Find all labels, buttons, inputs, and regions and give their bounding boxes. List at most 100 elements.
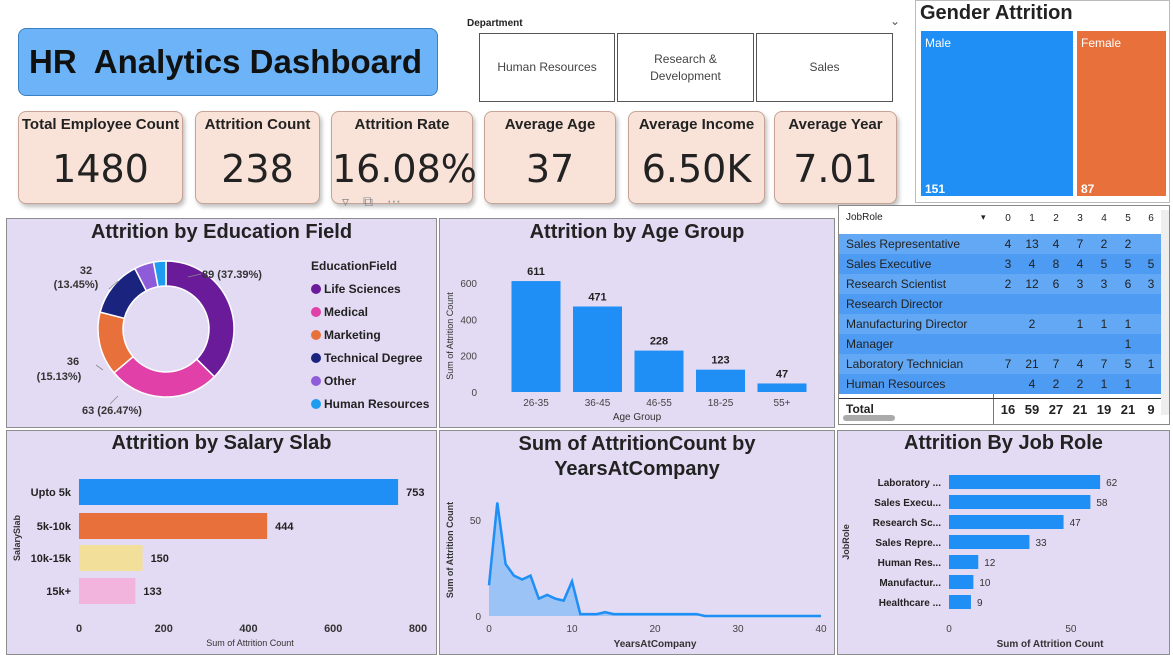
age-bar-label: 611	[527, 266, 545, 278]
age-group-bar-chart: 0 200 400 600 611 26-35 471 36-45 228 46-55 123 18-…	[445, 266, 807, 423]
table-row[interactable]: Research Director	[839, 294, 1161, 314]
legend-dot	[311, 306, 321, 317]
salary-y-axis-title: SalarySlab	[12, 514, 22, 561]
table-row[interactable]: Manager 1	[839, 334, 1161, 354]
education-donut-chart: 89 (37.39%) 32 (13.45%) 36 (15.13%) 63 (…	[37, 260, 262, 417]
age-bar[interactable]	[696, 369, 745, 392]
slicer-option-research-development[interactable]: Research & Development	[617, 33, 754, 102]
dashboard-title: HR Analytics Dashboard	[18, 28, 438, 96]
jobrole-matrix-table[interactable]: JobRole ▾ 01234567Sales Representative41…	[838, 205, 1170, 425]
table-cell: 6	[1052, 277, 1060, 291]
table-column-header[interactable]: 0	[998, 213, 1018, 224]
treemap-tile-male[interactable]: Male 151	[921, 31, 1073, 196]
salary-x-tick: 400	[239, 623, 257, 635]
chevron-down-icon[interactable]: ⌄	[890, 14, 900, 28]
table-cell: 7	[1076, 237, 1084, 251]
department-slicer-label: Department	[467, 18, 523, 29]
table-row[interactable]: Sales Executive 3 4 8 4 5 5 5	[839, 254, 1161, 274]
age-bar[interactable]	[634, 350, 684, 392]
table-column-header[interactable]: 2	[1046, 213, 1066, 224]
age-x-tick: 26-35	[523, 398, 549, 409]
years-x-axis-title: YearsAtCompany	[614, 639, 697, 650]
legend-label: Marketing	[324, 327, 381, 342]
legend-item-life-sciences[interactable]: Life Sciences	[311, 277, 429, 300]
legend-item-human-resources[interactable]: Human Resources	[311, 392, 429, 415]
jobrole-bar[interactable]	[949, 595, 971, 609]
slicer-option-sales[interactable]: Sales	[756, 33, 893, 102]
legend-item-technical-degree[interactable]: Technical Degree	[311, 346, 429, 369]
table-cell: 1	[1124, 317, 1132, 331]
legend-item-marketing[interactable]: Marketing	[311, 323, 429, 346]
jobrole-y-tick: Sales Repre...	[875, 538, 941, 549]
table-column-header[interactable]: 1	[1022, 213, 1042, 224]
table-column-header[interactable]: 4	[1094, 213, 1114, 224]
table-total-cell: 19	[1096, 402, 1112, 417]
age-bar[interactable]	[573, 306, 622, 392]
table-cell: 4	[1052, 237, 1060, 251]
age-bar[interactable]	[757, 383, 807, 392]
salary-bar[interactable]	[79, 545, 143, 571]
table-total-cell: 21	[1072, 402, 1088, 417]
table-row-label: Manager	[846, 337, 894, 351]
table-cell: 2	[1028, 317, 1036, 331]
table-vertical-scrollbar[interactable]	[1161, 210, 1169, 415]
table-cell: 6	[1124, 277, 1132, 291]
sort-desc-icon[interactable]: ▾	[981, 212, 986, 223]
treemap-tile-female[interactable]: Female 87	[1077, 31, 1166, 196]
kpi-total-employee-count: Total Employee Count 1480	[18, 111, 183, 204]
table-column-header[interactable]: 6	[1141, 213, 1161, 224]
legend-item-medical[interactable]: Medical	[311, 300, 429, 323]
table-horizontal-scrollbar[interactable]	[843, 415, 895, 421]
salary-bar[interactable]	[79, 578, 136, 604]
donut-label-medical: 63 (26.47%)	[82, 405, 142, 417]
years-x-tick: 0	[486, 624, 492, 635]
table-row[interactable]: Research Scientist 2 12 6 3 3 6 3	[839, 274, 1161, 294]
table-row[interactable]: Human Resources 4 2 2 1 1	[839, 374, 1161, 394]
more-options-icon[interactable]: ⋯	[387, 193, 415, 209]
table-column-header[interactable]: 3	[1070, 213, 1090, 224]
jobrole-bar[interactable]	[949, 515, 1064, 529]
table-cell: 7	[1004, 357, 1012, 371]
jobrole-bar[interactable]	[949, 575, 974, 589]
jobrole-bar[interactable]	[949, 555, 979, 569]
age-bar[interactable]	[511, 281, 561, 392]
jobrole-bar[interactable]	[949, 475, 1101, 489]
table-row[interactable]: Laboratory Technician 7 21 7 4 7 5 1	[839, 354, 1161, 374]
table-row[interactable]: Sales Representative 4 13 4 7 2 2	[839, 234, 1161, 254]
table-row-label: Sales Executive	[846, 257, 932, 271]
table-cell: 1	[1147, 357, 1155, 371]
table-cell: 3	[1076, 277, 1084, 291]
table-cell: 2	[1124, 237, 1132, 251]
legend-label: Medical	[324, 304, 369, 319]
job-x-axis-title: Sum of Attrition Count	[997, 639, 1104, 650]
table-cell: 5	[1147, 257, 1155, 271]
salary-x-tick: 600	[324, 623, 342, 635]
table-row[interactable]: Manufacturing Director 2 1 1 1	[839, 314, 1161, 334]
donut-label-life-sciences: 89 (37.39%)	[202, 269, 262, 281]
slicer-option-human-resources[interactable]: Human Resources	[479, 33, 615, 102]
table-cell: 3	[1004, 257, 1012, 271]
age-y-tick: 0	[471, 388, 477, 399]
donut-slice[interactable]	[112, 355, 216, 398]
jobrole-x-tick: 0	[946, 624, 952, 635]
salary-bar[interactable]	[79, 513, 268, 539]
salary-slab-bar-chart: 753 Upto 5k 444 5k-10k 150 10k-15k 133 15k+ 0 200…	[12, 479, 427, 648]
focus-mode-icon[interactable]: ⧉	[363, 193, 387, 209]
jobrole-bar[interactable]	[949, 535, 1030, 549]
table-row-label: Human Resources	[846, 377, 946, 391]
donut-label-technical-pct: (13.45%)	[54, 279, 99, 291]
jobrole-y-tick: Sales Execu...	[874, 498, 941, 509]
legend-item-other[interactable]: Other	[311, 369, 429, 392]
salary-bar[interactable]	[79, 479, 399, 505]
years-line[interactable]	[487, 502, 821, 618]
table-header-jobrole[interactable]: JobRole	[846, 212, 883, 223]
table-cell: 7	[1052, 357, 1060, 371]
education-legend: EducationField Life Sciences Medical Mar…	[311, 259, 429, 415]
filter-icon[interactable]: ▿	[342, 193, 363, 209]
jobrole-bar[interactable]	[949, 495, 1091, 509]
jobrole-y-tick: Human Res...	[878, 558, 942, 569]
years-y-axis-title: Sum of Attrition Count	[445, 502, 455, 598]
age-x-axis-title: Age Group	[613, 412, 662, 423]
table-column-header[interactable]: 5	[1118, 213, 1138, 224]
age-y-tick: 600	[460, 279, 477, 290]
